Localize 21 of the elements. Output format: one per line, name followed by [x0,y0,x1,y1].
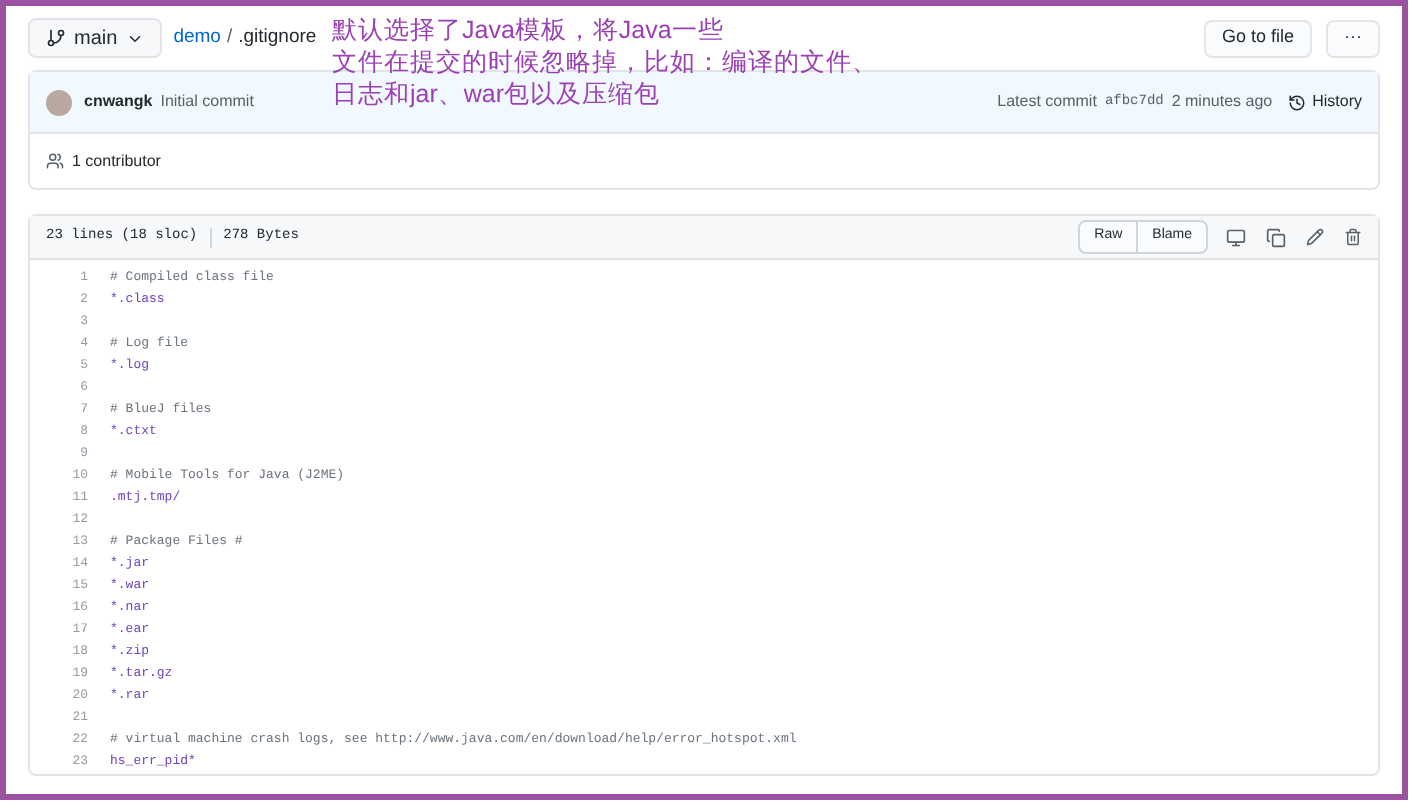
go-to-file-button[interactable]: Go to file [1203,19,1312,57]
commit-time: 2 minutes ago [1171,90,1273,114]
commit-author[interactable]: cnwangk [84,90,153,114]
latest-commit-label: Latest commit [997,90,1097,114]
branch-button[interactable]: main [28,18,162,58]
delete-icon[interactable] [1344,228,1362,246]
commit-message[interactable]: Initial commit [160,90,254,114]
branch-icon [46,28,66,48]
contributors-count[interactable]: 1 contributor [72,149,161,173]
monitor-icon[interactable] [1226,227,1246,247]
annotation-text: 默认选择了Java模板，将Java一些 文件在提交的时候忽略掉，比如：编译的文件、 日志和jar、war包以及压缩包 [332,14,878,110]
copy-icon[interactable] [1266,227,1286,247]
repo-link[interactable]: demo [173,23,221,53]
history-icon [1288,93,1307,111]
more-button[interactable]: ··· [1326,19,1380,57]
avatar [46,89,72,115]
people-icon [46,152,64,170]
file-name: .gitignore [238,23,317,52]
path-separator: / [226,23,233,52]
history-button[interactable]: History [1288,90,1362,114]
edit-icon[interactable] [1306,228,1324,246]
